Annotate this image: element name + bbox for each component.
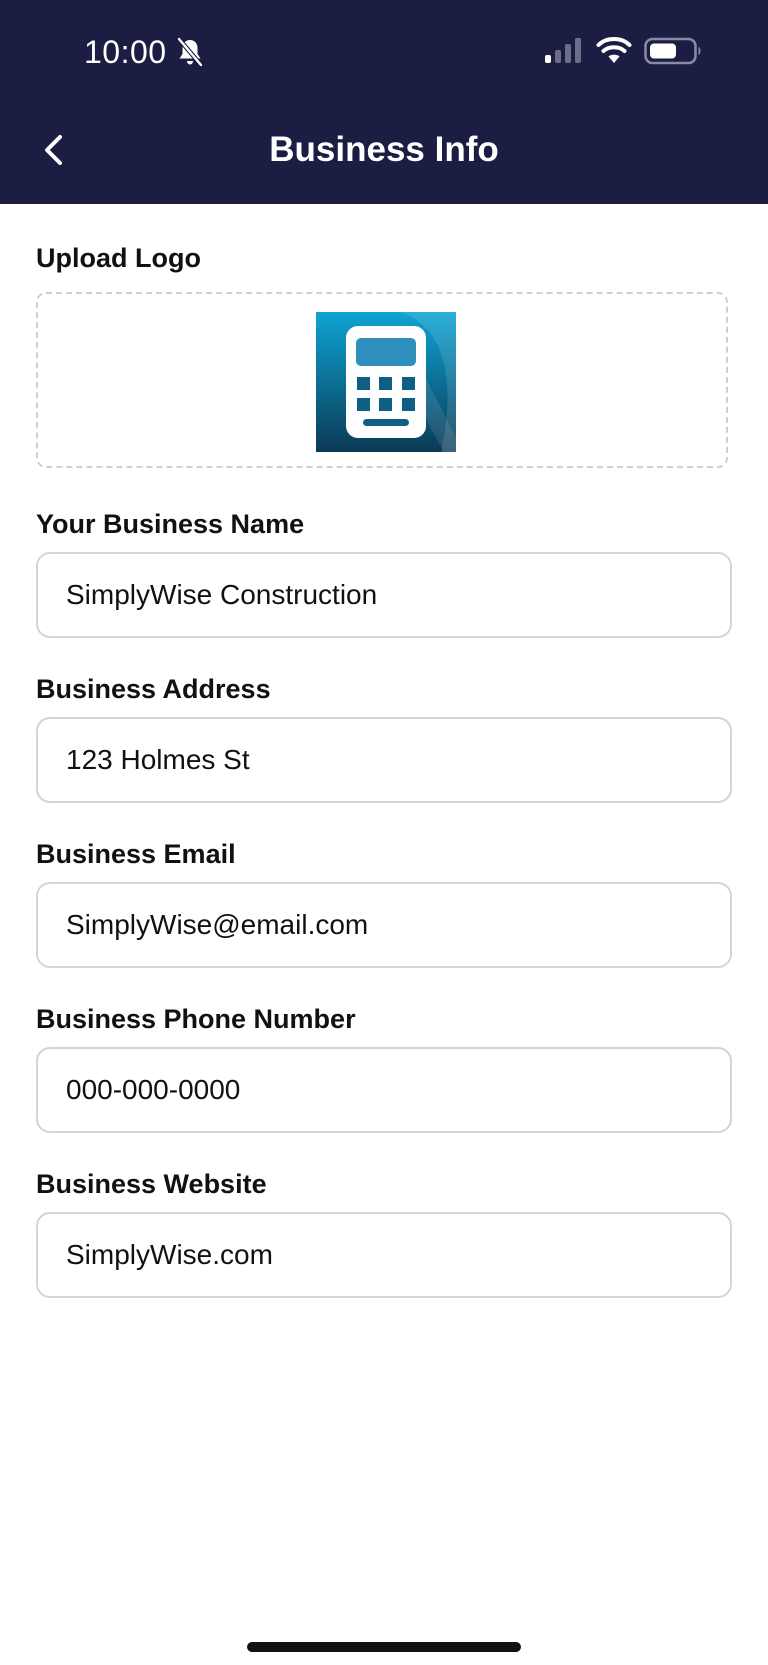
battery-icon <box>644 37 701 65</box>
business-phone-label: Business Phone Number <box>36 1004 356 1034</box>
business-email-label: Business Email <box>36 839 236 869</box>
business-website-label: Business Website <box>36 1169 267 1199</box>
page-title: Business Info <box>269 130 499 169</box>
business-address-input[interactable] <box>36 717 732 803</box>
business-name-label: Your Business Name <box>36 509 305 539</box>
business-name-input[interactable] <box>36 552 732 638</box>
bell-slash-icon <box>176 37 204 67</box>
business-email-input[interactable] <box>36 882 732 968</box>
business-phone-input[interactable] <box>36 1047 732 1133</box>
calculator-icon <box>316 312 456 452</box>
upload-logo-label: Upload Logo <box>36 243 201 273</box>
app-header: 10:00 Business Info <box>0 0 768 204</box>
cellular-signal-icon <box>545 38 581 63</box>
status-time: 10:00 <box>84 34 167 70</box>
upload-logo-dropzone[interactable] <box>36 292 728 468</box>
business-website-input[interactable] <box>36 1212 732 1298</box>
business-address-label: Business Address <box>36 674 271 704</box>
home-indicator[interactable] <box>247 1642 521 1652</box>
wifi-icon <box>596 37 632 63</box>
